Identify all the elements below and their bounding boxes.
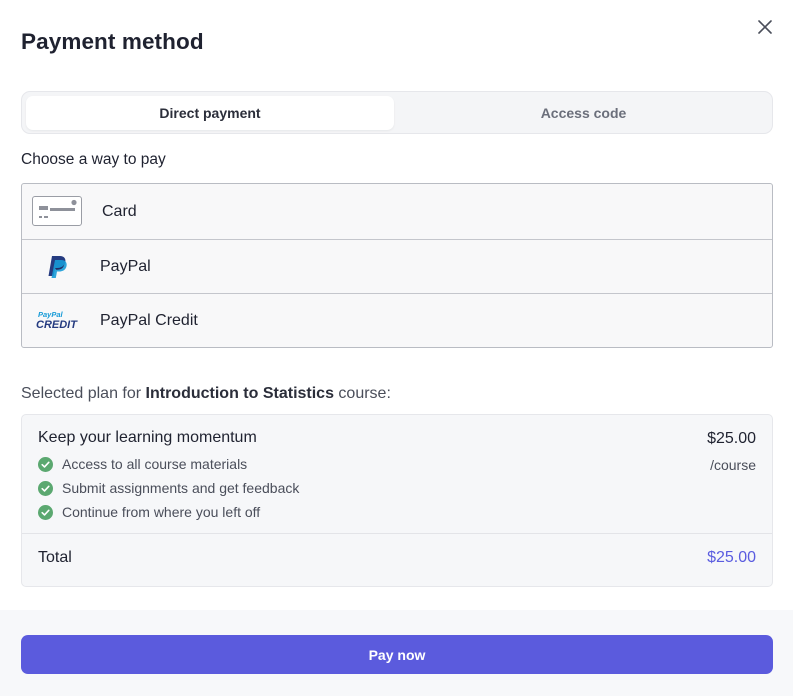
choose-payment-label: Choose a way to pay — [21, 151, 166, 168]
plan-name: Keep your learning momentum — [38, 429, 257, 446]
plan-summary-card: Keep your learning momentum $25.00 /cour… — [21, 414, 773, 587]
payment-option-paypal-credit[interactable]: PayPal CREDIT PayPal Credit — [22, 294, 772, 347]
plan-price: $25.00 — [707, 430, 756, 447]
payment-option-card[interactable]: Card — [22, 184, 772, 240]
plan-label-suffix: course: — [333, 385, 391, 402]
plan-feature: Access to all course materials — [38, 455, 247, 473]
pay-now-button[interactable]: Pay now — [21, 635, 773, 674]
modal-title: Payment method — [21, 29, 204, 54]
total-label: Total — [38, 549, 72, 566]
paypal-credit-icon: PayPal CREDIT — [36, 310, 78, 331]
payment-option-paypal[interactable]: PayPal — [22, 240, 772, 294]
paypal-icon — [48, 256, 67, 278]
credit-card-icon — [32, 196, 82, 226]
paypal-credit-logo-top: PayPal — [38, 310, 64, 319]
tab-direct-payment[interactable]: Direct payment — [26, 96, 394, 130]
check-circle-icon — [38, 504, 53, 520]
tab-access-code[interactable]: Access code — [397, 96, 770, 130]
plan-feature-text: Continue from where you left off — [62, 504, 261, 520]
plan-feature: Submit assignments and get feedback — [38, 479, 299, 497]
plan-label-prefix: Selected plan for — [21, 385, 146, 402]
selected-plan-label: Selected plan for Introduction to Statis… — [21, 385, 391, 403]
close-button[interactable] — [752, 14, 778, 40]
plan-price-unit: /course — [710, 457, 756, 473]
payment-option-label: Card — [102, 202, 137, 220]
total-value: $25.00 — [707, 549, 756, 566]
close-icon — [758, 20, 772, 34]
paypal-credit-logo-bottom: CREDIT — [36, 319, 78, 331]
plan-feature: Continue from where you left off — [38, 503, 260, 521]
payment-method-modal: Payment method Direct payment Access cod… — [0, 0, 793, 696]
check-circle-icon — [38, 480, 53, 496]
payment-option-label: PayPal Credit — [100, 311, 198, 329]
payment-option-label: PayPal — [100, 257, 151, 275]
plan-feature-text: Submit assignments and get feedback — [62, 480, 300, 496]
plan-feature-text: Access to all course materials — [62, 456, 248, 472]
course-name: Introduction to Statistics — [145, 385, 334, 402]
modal-footer: Pay now — [0, 610, 793, 696]
payment-method-list: Card PayPal PayPal CREDIT PayPal Credit — [21, 183, 773, 348]
check-circle-icon — [38, 456, 53, 472]
divider — [22, 533, 772, 534]
payment-tabs: Direct payment Access code — [21, 91, 773, 134]
